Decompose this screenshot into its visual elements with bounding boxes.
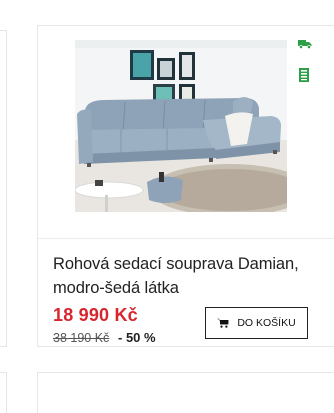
sofa-illustration	[75, 40, 287, 212]
discount-badge: - 50 %	[118, 330, 156, 345]
adjacent-product-card-edge-bottom	[0, 372, 7, 413]
current-price: 18 990 Kč	[53, 305, 138, 325]
add-to-cart-label: DO KOŠÍKU	[237, 317, 296, 329]
product-image[interactable]	[75, 40, 287, 212]
original-price: 38 190 Kč	[53, 331, 110, 345]
card-divider	[37, 238, 334, 239]
add-to-cart-button[interactable]: DO KOŠÍKU	[205, 307, 308, 339]
shopping-cart-icon	[217, 318, 229, 328]
stock-availability-icon	[299, 68, 309, 82]
adjacent-product-card-edge	[0, 30, 7, 347]
delivery-truck-icon	[298, 40, 312, 49]
next-product-card-edge	[37, 372, 334, 413]
product-title[interactable]: Rohová sedací souprava Damian, modro-šed…	[53, 252, 315, 300]
